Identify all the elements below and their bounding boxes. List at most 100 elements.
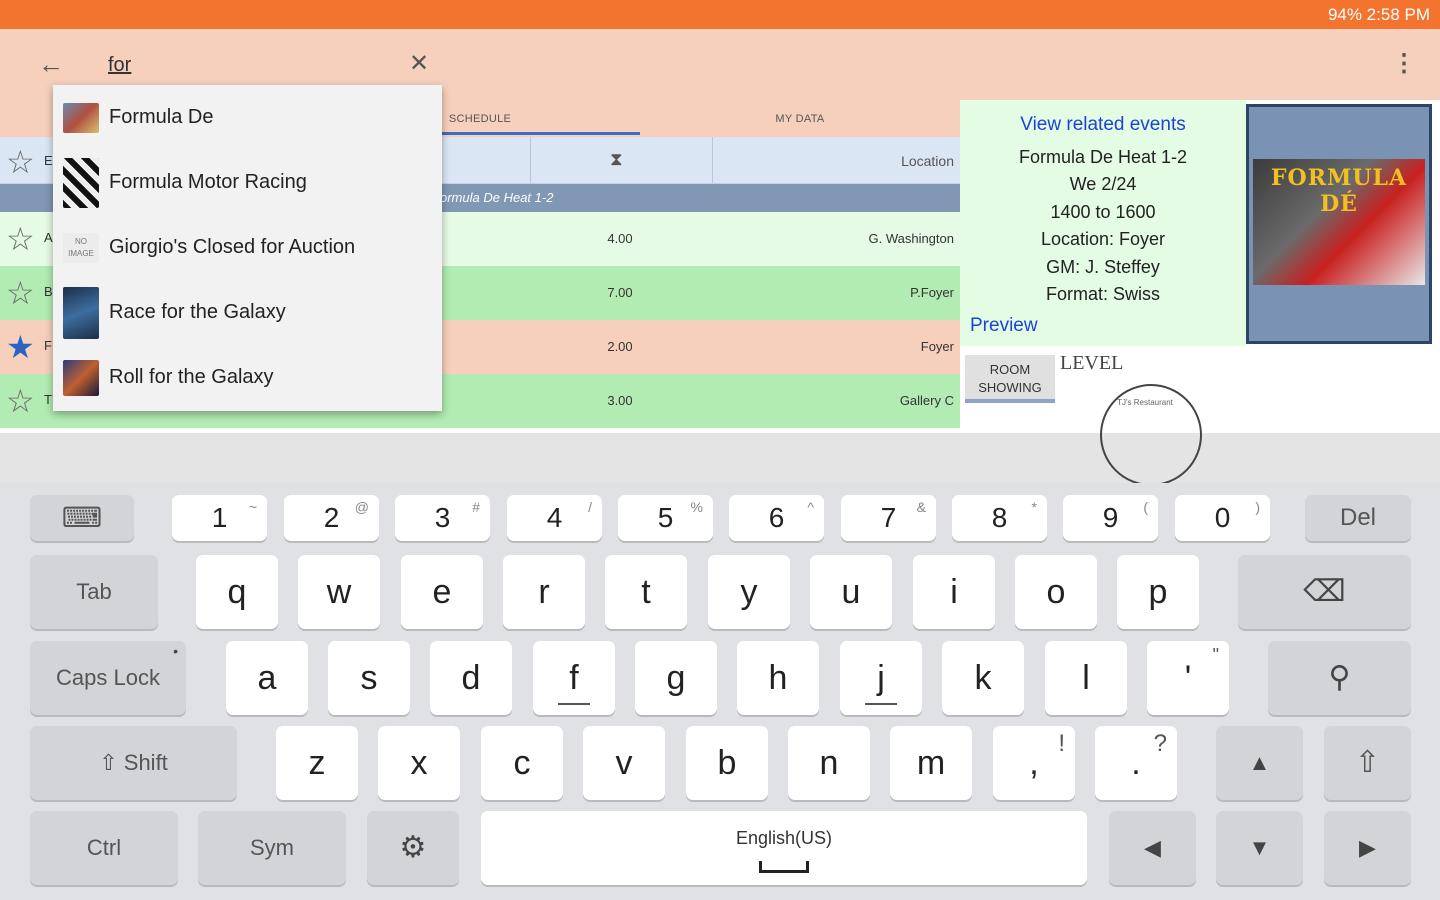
keyboard-hide-key[interactable]: ⌨ [30, 495, 134, 541]
key-f[interactable]: f [533, 641, 615, 715]
key-k[interactable]: k [942, 641, 1024, 715]
suggestion-item[interactable]: Roll for the Galaxy [53, 345, 442, 410]
detail-date: We 2/24 [1069, 174, 1137, 194]
detail-event-name: Formula De Heat 1-2 [1018, 147, 1188, 167]
key-v[interactable]: v [583, 726, 665, 800]
key-b[interactable]: b [686, 726, 768, 800]
room-showing-button[interactable]: ROOM SHOWING [965, 355, 1055, 403]
key-apostrophe[interactable]: ' " [1147, 641, 1229, 715]
key-label: u [841, 573, 861, 611]
key-m[interactable]: m [890, 726, 972, 800]
key-period[interactable]: .? [1095, 726, 1177, 800]
key-label: f [569, 659, 579, 697]
suggestion-item[interactable]: Formula Motor Racing [53, 150, 442, 215]
key-secondary: ? [1153, 730, 1167, 757]
arrow-right-key[interactable]: ▶ [1324, 811, 1411, 885]
key-a[interactable]: a [226, 641, 308, 715]
suggestion-item[interactable]: Formula De [53, 85, 442, 150]
key-9[interactable]: 9( [1063, 495, 1158, 541]
caps-lock-key[interactable]: Caps Lock • [30, 641, 186, 715]
key-s[interactable]: s [328, 641, 410, 715]
suggestion-item[interactable]: NO IMAGE Giorgio's Closed for Auction [53, 215, 442, 280]
clear-search-icon[interactable]: ✕ [404, 47, 434, 81]
key-secondary: ) [1255, 499, 1260, 515]
star-empty-icon[interactable]: ☆ [6, 143, 35, 181]
key-c[interactable]: c [481, 726, 563, 800]
key-label: l [1082, 659, 1090, 697]
key-1[interactable]: 1 ~ [172, 495, 267, 541]
delete-key[interactable]: Del [1305, 495, 1411, 541]
preview-link[interactable]: Preview [970, 315, 1038, 337]
tab-my-data[interactable]: MY DATA [640, 100, 960, 137]
row-duration: 2.00 [607, 339, 633, 354]
key-6[interactable]: 6 ^ [729, 495, 824, 541]
key-l[interactable]: l [1045, 641, 1127, 715]
star-empty-icon[interactable]: ☆ [6, 223, 35, 255]
key-8[interactable]: 8 * [952, 495, 1047, 541]
key-e[interactable]: e [401, 555, 483, 629]
settings-key[interactable]: ⚙ [367, 811, 459, 885]
star-empty-icon[interactable]: ☆ [6, 277, 35, 309]
key-i[interactable]: i [913, 555, 995, 629]
tab-key[interactable]: Tab [30, 555, 158, 629]
arrow-left-icon: ◀ [1144, 835, 1161, 860]
key-3[interactable]: 3 # [395, 495, 490, 541]
key-label: q [227, 573, 247, 611]
key-g[interactable]: g [635, 641, 717, 715]
key-label: j [877, 659, 885, 697]
key-2[interactable]: 2 @ [284, 495, 379, 541]
key-q[interactable]: q [196, 555, 278, 629]
key-w[interactable]: w [298, 555, 380, 629]
search-input[interactable] [108, 49, 398, 81]
key-d[interactable]: d [430, 641, 512, 715]
key-secondary: ~ [248, 499, 257, 515]
key-y[interactable]: y [708, 555, 790, 629]
back-arrow-icon[interactable]: ← [36, 49, 66, 79]
key-comma[interactable]: ,! [993, 726, 1075, 800]
key-0[interactable]: 0) [1175, 495, 1270, 541]
arrow-up-key[interactable]: ▲ [1216, 726, 1303, 800]
location-column-header[interactable]: Location [901, 153, 954, 169]
game-box-art[interactable]: FORMULA DÉ [1246, 104, 1432, 344]
key-p[interactable]: p [1117, 555, 1199, 629]
key-r[interactable]: r [503, 555, 585, 629]
hourglass-icon[interactable]: ⧗ [610, 149, 623, 170]
row-location: P.Foyer [910, 285, 954, 300]
key-o[interactable]: o [1015, 555, 1097, 629]
game-thumbnail [63, 287, 99, 339]
key-label: n [819, 744, 839, 782]
key-4[interactable]: 4/ [507, 495, 602, 541]
caps-shift-key[interactable]: ⇧ [1324, 726, 1411, 800]
key-h[interactable]: h [737, 641, 819, 715]
key-x[interactable]: x [378, 726, 460, 800]
arrow-down-key[interactable]: ▼ [1216, 811, 1303, 885]
key-label: w [326, 573, 352, 611]
key-u[interactable]: u [810, 555, 892, 629]
space-key[interactable]: English(US) [481, 811, 1087, 885]
row-initial: T [44, 392, 52, 407]
game-thumbnail [63, 103, 99, 133]
star-empty-icon[interactable]: ☆ [6, 385, 35, 417]
key-n[interactable]: n [788, 726, 870, 800]
key-j[interactable]: j [840, 641, 922, 715]
key-label: r [538, 573, 550, 611]
key-label: e [432, 573, 452, 611]
sym-key[interactable]: Sym [198, 811, 346, 885]
overflow-menu-icon[interactable]: ⋮ [1392, 47, 1416, 81]
view-related-events-link[interactable]: View related events [960, 114, 1246, 136]
backspace-key[interactable]: ⌫ [1238, 555, 1411, 629]
star-filled-icon[interactable]: ★ [6, 331, 35, 363]
ctrl-key[interactable]: Ctrl [30, 811, 178, 885]
key-label: Tab [76, 579, 112, 604]
key-t[interactable]: t [605, 555, 687, 629]
shift-key[interactable]: ⇧ Shift [30, 726, 237, 800]
key-label: Del [1339, 504, 1376, 531]
key-secondary: / [588, 499, 592, 515]
key-5[interactable]: 5% [618, 495, 713, 541]
suggestion-item[interactable]: Race for the Galaxy [53, 280, 442, 345]
arrow-left-key[interactable]: ◀ [1109, 811, 1196, 885]
search-key[interactable]: ⚲ [1268, 641, 1411, 715]
key-z[interactable]: z [276, 726, 358, 800]
box-art-title: FORMULA DÉ [1270, 165, 1408, 217]
key-7[interactable]: 7 & [841, 495, 936, 541]
